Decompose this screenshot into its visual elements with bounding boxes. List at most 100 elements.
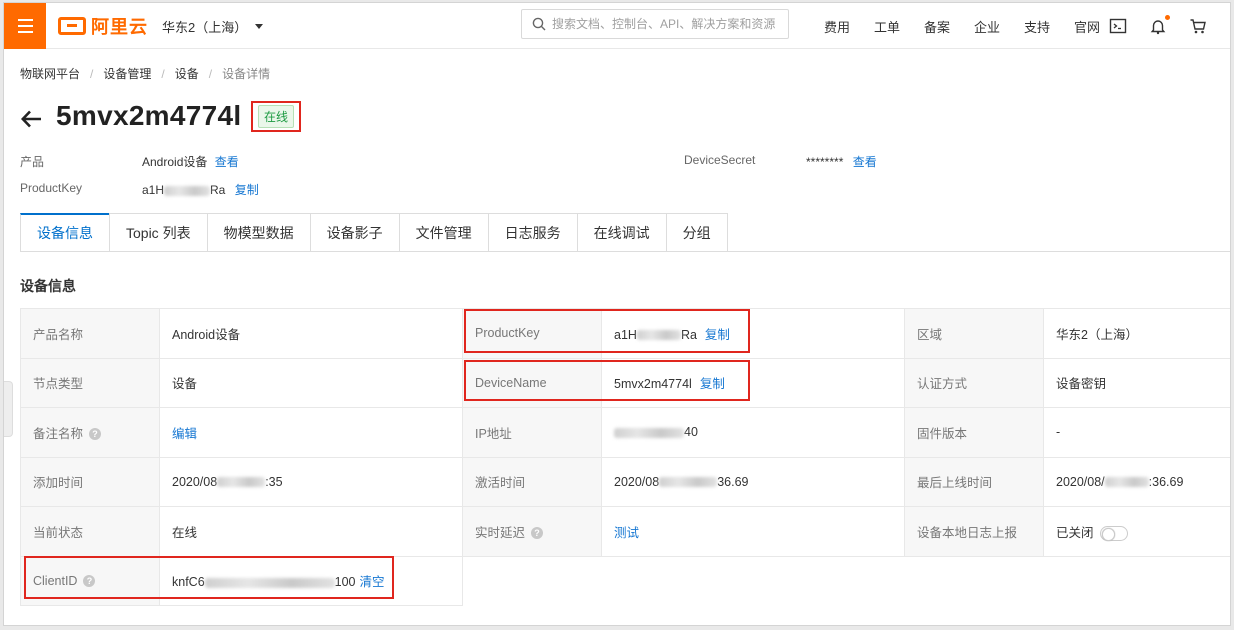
breadcrumb: 物联网平台 / 设备管理 / 设备 / 设备详情 — [20, 65, 270, 82]
aliyun-logo-icon — [58, 17, 86, 35]
value-auth-method: 设备密钥 — [1043, 358, 1230, 408]
value-region: 华东2（上海） — [1043, 308, 1230, 359]
value-remark-name: 编辑 — [159, 407, 463, 458]
table-row: 产品名称 Android设备 ProductKey a1H Ra 复制 区域 华东2… — [20, 308, 1230, 359]
redacted-blur — [636, 330, 681, 341]
value-devicename: 5mvx2m4774l 复制 — [601, 358, 905, 408]
help-icon[interactable]: ? — [89, 428, 102, 441]
edit-remark-link[interactable]: 编辑 — [172, 427, 197, 441]
table-row: 备注名称? 编辑 IP地址 40 固件版本 - — [20, 407, 1230, 458]
value-local-log-report: 已关闭 — [1043, 506, 1230, 557]
aliyun-logo[interactable]: 阿里云 — [58, 15, 148, 37]
nav-link-official-site[interactable]: 官网 — [1062, 17, 1112, 36]
empty-cell — [601, 556, 905, 606]
top-navigation-bar: 阿里云 华东2（上海） 费用 工单 备案 企业 支持 官网 — [4, 3, 1230, 49]
redacted-blur — [1104, 477, 1149, 488]
label-region: 区域 — [904, 308, 1044, 359]
nav-link-icp[interactable]: 备案 — [912, 17, 962, 36]
value-productkey: a1H Ra 复制 — [601, 308, 905, 359]
tab-online-debug[interactable]: 在线调试 — [576, 213, 666, 252]
copy-devicename-button[interactable]: 复制 — [700, 377, 725, 391]
view-product-link[interactable]: 查看 — [215, 155, 239, 169]
cart-icon[interactable] — [1189, 17, 1207, 35]
tab-topic-list[interactable]: Topic 列表 — [109, 213, 207, 252]
label-added-time: 添加时间 — [20, 457, 160, 507]
bell-icon[interactable] — [1149, 15, 1170, 35]
value-current-status: 在线 — [159, 506, 463, 557]
label-ip-address: IP地址 — [462, 407, 602, 458]
region-label: 华东2（上海） — [162, 20, 248, 35]
device-info-table: 产品名称 Android设备 ProductKey a1H Ra 复制 区域 华东2… — [20, 308, 1230, 606]
breadcrumb-device[interactable]: 设备 — [175, 65, 199, 82]
table-row: 添加时间 2020/08:35 激活时间 2020/08 36.69 最后上线时间… — [20, 457, 1230, 507]
meta-productkey-label: ProductKey — [20, 181, 83, 195]
label-realtime-latency: 实时延迟? — [462, 506, 602, 557]
redacted-blur — [217, 477, 266, 488]
nav-link-ticket[interactable]: 工单 — [862, 17, 912, 36]
copy-productkey-button[interactable]: 复制 — [705, 328, 730, 342]
help-icon[interactable]: ? — [531, 527, 544, 540]
nav-link-enterprise[interactable]: 企业 — [962, 17, 1012, 36]
tab-device-shadow[interactable]: 设备影子 — [309, 213, 399, 252]
label-last-online-time: 最后上线时间 — [904, 457, 1044, 507]
table-row: 节点类型 设备 DeviceName 5mvx2m4774l 复制 认证方式 设备… — [20, 358, 1230, 408]
tab-log-service[interactable]: 日志服务 — [487, 213, 577, 252]
value-node-type: 设备 — [159, 358, 463, 408]
nav-link-support[interactable]: 支持 — [1012, 17, 1062, 36]
breadcrumb-device-management[interactable]: 设备管理 — [103, 65, 151, 82]
breadcrumb-separator: / — [161, 66, 165, 81]
section-title: 设备信息 — [20, 278, 76, 294]
hamburger-menu-icon[interactable] — [4, 3, 46, 49]
label-current-status: 当前状态 — [20, 506, 160, 557]
redacted-blur — [659, 477, 718, 488]
label-devicename: DeviceName — [462, 358, 602, 408]
top-icons — [1109, 3, 1207, 49]
search-input[interactable] — [552, 17, 782, 31]
copy-productkey-link[interactable]: 复制 — [235, 183, 259, 197]
tabs-divider — [20, 251, 1230, 252]
detail-tabs: 设备信息 Topic 列表 物模型数据 设备影子 文件管理 日志服务 在线调试 … — [20, 213, 728, 252]
terminal-icon[interactable] — [1109, 17, 1127, 35]
breadcrumb-iot-platform[interactable]: 物联网平台 — [20, 65, 80, 82]
status-highlight-box: 在线 — [251, 101, 301, 132]
label-product-name: 产品名称 — [20, 308, 160, 359]
empty-cell — [462, 556, 602, 606]
nav-link-billing[interactable]: 费用 — [812, 17, 862, 36]
tab-thing-model-data[interactable]: 物模型数据 — [206, 213, 310, 252]
value-ip-address: 40 — [601, 407, 905, 458]
breadcrumb-separator: / — [90, 66, 94, 81]
tab-group[interactable]: 分组 — [665, 213, 728, 252]
label-firmware-version: 固件版本 — [904, 407, 1044, 458]
label-node-type: 节点类型 — [20, 358, 160, 408]
region-selector[interactable]: 华东2（上海） — [162, 17, 264, 36]
tab-file-management[interactable]: 文件管理 — [398, 213, 488, 252]
tab-device-info[interactable]: 设备信息 — [20, 213, 109, 252]
value-activation-time: 2020/08 36.69 — [601, 457, 905, 507]
value-added-time: 2020/08:35 — [159, 457, 463, 507]
label-local-log-report: 设备本地日志上报 — [904, 506, 1044, 557]
sidebar-collapse-handle[interactable] — [4, 381, 13, 437]
local-log-toggle[interactable] — [1099, 525, 1128, 541]
top-nav-links: 费用 工单 备案 企业 支持 官网 — [812, 3, 1112, 49]
online-status-badge: 在线 — [257, 105, 294, 128]
redacted-blur — [614, 427, 684, 438]
test-latency-link[interactable]: 测试 — [614, 526, 639, 540]
label-auth-method: 认证方式 — [904, 358, 1044, 408]
help-icon[interactable]: ? — [83, 575, 96, 588]
meta-devicesecret-value: ******** 查看 — [806, 155, 877, 169]
meta-devicesecret-label: DeviceSecret — [684, 153, 756, 167]
redacted-blur — [204, 577, 335, 588]
redacted-blur — [164, 185, 211, 196]
device-title: 5mvx2m4774l — [56, 100, 242, 131]
clear-clientid-link[interactable]: 清空 — [360, 575, 385, 589]
value-realtime-latency: 测试 — [601, 506, 905, 557]
label-activation-time: 激活时间 — [462, 457, 602, 507]
console-window: 阿里云 华东2（上海） 费用 工单 备案 企业 支持 官网 — [3, 2, 1231, 626]
search-icon — [532, 17, 546, 31]
value-product-name: Android设备 — [159, 308, 463, 359]
back-arrow-icon[interactable] — [20, 107, 44, 131]
view-secret-link[interactable]: 查看 — [853, 155, 877, 169]
global-search[interactable] — [521, 9, 789, 39]
caret-down-icon — [255, 24, 264, 29]
value-firmware-version: - — [1043, 407, 1230, 458]
